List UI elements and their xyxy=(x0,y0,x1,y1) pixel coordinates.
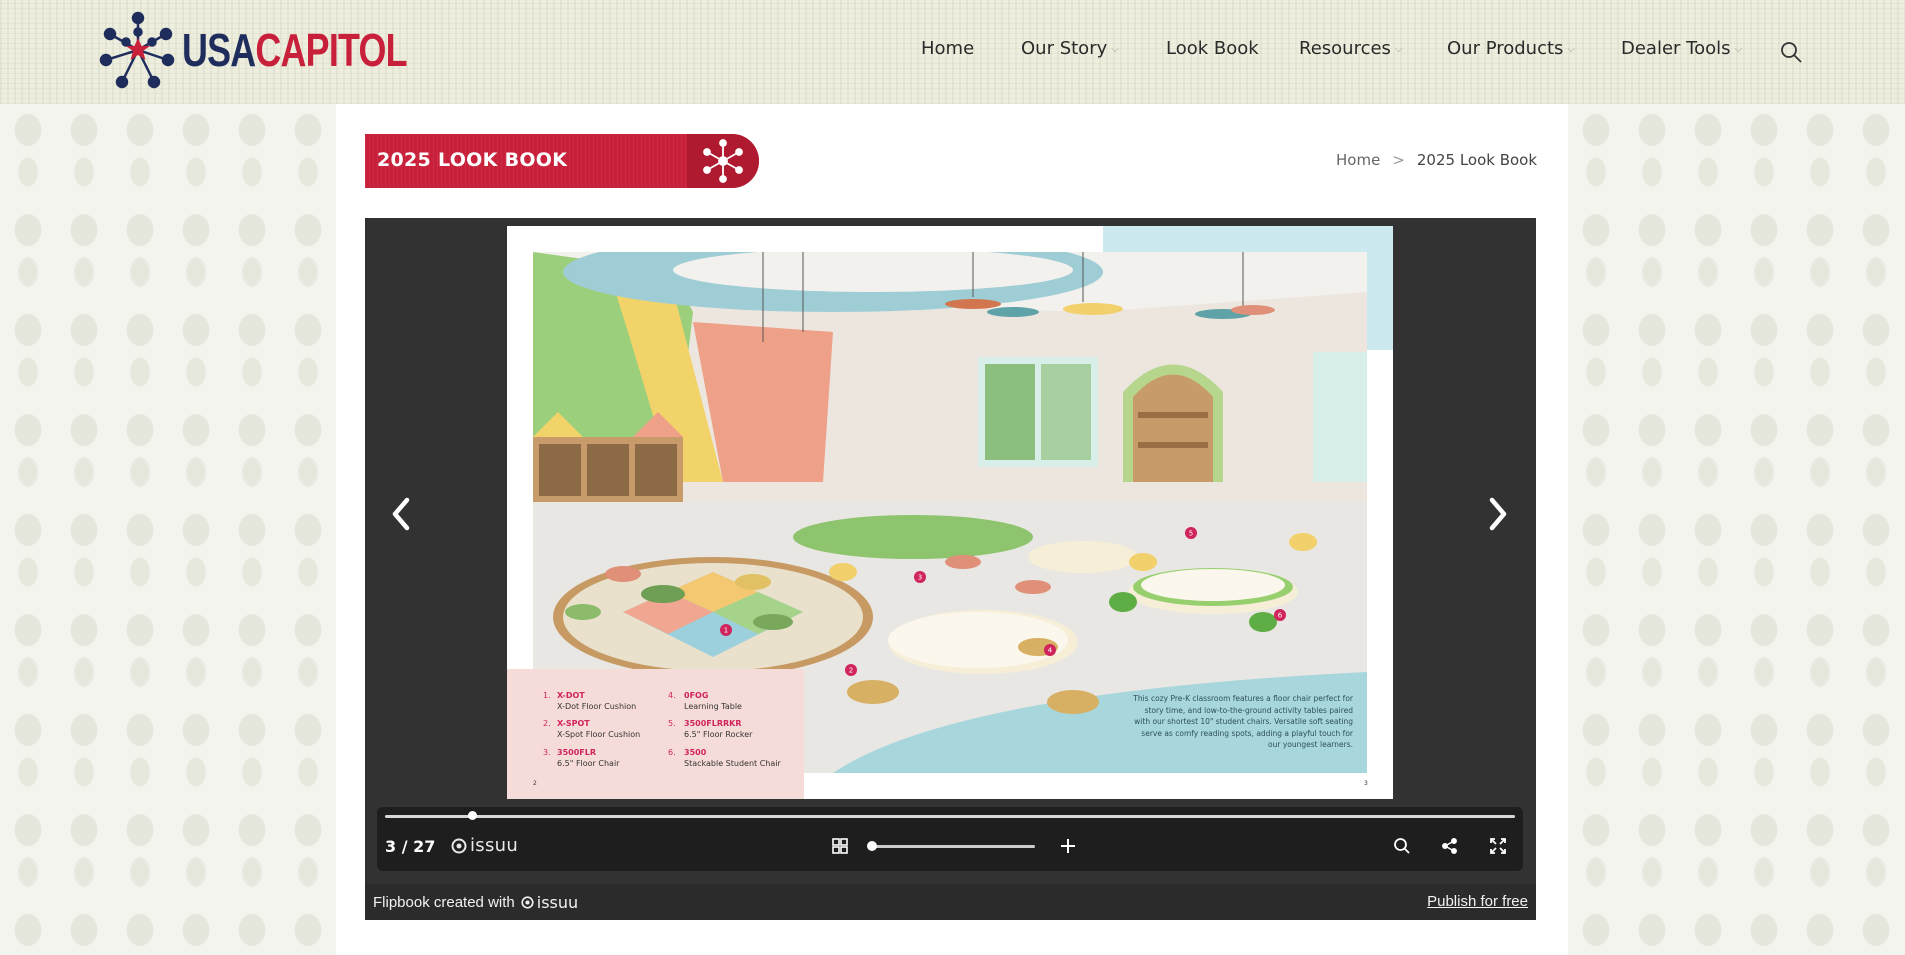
zoom-handle[interactable] xyxy=(867,841,877,851)
legend-item: 2. X-SPOT X-Spot Floor Cushion xyxy=(543,719,641,739)
right-page-number: 3 xyxy=(1364,780,1368,787)
chevron-left-icon[interactable] xyxy=(386,494,416,534)
nav-look-book[interactable]: Look Book xyxy=(1166,38,1259,59)
breadcrumb-home[interactable]: Home xyxy=(1336,151,1380,169)
nav-resources[interactable]: Resources ⌵ xyxy=(1299,38,1403,59)
flipbook-footer: Flipbook created with issuu Publish for … xyxy=(365,884,1536,920)
issuu-logo[interactable]: issuu xyxy=(451,835,518,856)
page-title: 2025 LOOK BOOK xyxy=(377,149,568,171)
issuu-icon xyxy=(521,896,534,909)
callout-3: 3 xyxy=(918,574,922,582)
progress-handle[interactable] xyxy=(468,811,477,820)
publish-for-free-link[interactable]: Publish for free xyxy=(1427,893,1528,910)
page-counter: 3 / 27 xyxy=(385,837,436,856)
nav-our-products[interactable]: Our Products ⌵ xyxy=(1447,38,1575,59)
chevron-down-icon: ⌵ xyxy=(1394,44,1403,55)
site-header: USACAPITOL Home Our Story ⌵ Look Book Res… xyxy=(0,0,1905,104)
breadcrumb-separator: > xyxy=(1392,151,1405,169)
legend-item: 3. 3500FLR 6.5" Floor Chair xyxy=(543,748,620,768)
chevron-down-icon: ⌵ xyxy=(1111,44,1119,55)
nav-home[interactable]: Home xyxy=(921,38,974,59)
site-logo[interactable]: USACAPITOL xyxy=(96,10,470,90)
plus-icon[interactable] xyxy=(1057,835,1079,857)
breadcrumb: Home > 2025 Look Book xyxy=(1336,151,1537,169)
logo-text-capitol: CAPITOL xyxy=(255,24,407,76)
nav-our-story[interactable]: Our Story ⌵ xyxy=(1021,38,1119,59)
callout-2: 2 xyxy=(849,667,853,675)
issuu-icon xyxy=(451,838,467,853)
spread-caption: This cozy Pre-K classroom features a flo… xyxy=(1133,694,1353,749)
breadcrumb-current: 2025 Look Book xyxy=(1416,151,1538,169)
logo-text-usa: USA xyxy=(182,24,256,76)
chevron-down-icon: ⌵ xyxy=(1567,44,1576,55)
page-progress-slider[interactable] xyxy=(385,815,1515,818)
search-icon[interactable] xyxy=(1391,835,1413,857)
legend-item: 1. X-DOT X-Dot Floor Cushion xyxy=(543,691,637,711)
network-logo-icon xyxy=(687,134,759,188)
page-title-banner: 2025 LOOK BOOK xyxy=(365,134,759,188)
zoom-slider[interactable] xyxy=(871,845,1035,848)
callout-1: 1 xyxy=(724,627,728,635)
logo-network-icon xyxy=(99,11,175,89)
legend-item: 6. 3500 Stackable Student Chair xyxy=(668,748,781,768)
left-page-number: 2 xyxy=(533,780,537,787)
issuu-wordmark: issuu xyxy=(536,893,579,912)
share-icon[interactable] xyxy=(1439,835,1461,857)
flipbook-spread[interactable]: 1 2 3 4 5 6 1. X-DOTX-Dot Floor Cushion xyxy=(507,226,1393,799)
search-icon[interactable] xyxy=(1779,40,1803,64)
fullscreen-icon[interactable] xyxy=(1487,835,1509,857)
nav-dealer-tools[interactable]: Dealer Tools ⌵ xyxy=(1621,38,1742,59)
chevron-down-icon: ⌵ xyxy=(1734,44,1743,55)
callout-4: 4 xyxy=(1048,647,1053,655)
legend-item: 4. 0FOG Learning Table xyxy=(668,691,742,711)
callout-6: 6 xyxy=(1278,612,1283,620)
legend-item: 5. 3500FLRRKR 6.5" Floor Rocker xyxy=(668,719,753,739)
created-with-credit[interactable]: Flipbook created with issuu xyxy=(373,893,578,912)
callout-5: 5 xyxy=(1189,530,1193,538)
flipbook-controls: 3 / 27 issuu xyxy=(377,807,1523,871)
chevron-right-icon[interactable] xyxy=(1483,494,1513,534)
product-legend: 1. X-DOT X-Dot Floor Cushion 2. X-SPOT X-S… xyxy=(507,669,804,799)
grid-icon[interactable] xyxy=(829,835,851,857)
